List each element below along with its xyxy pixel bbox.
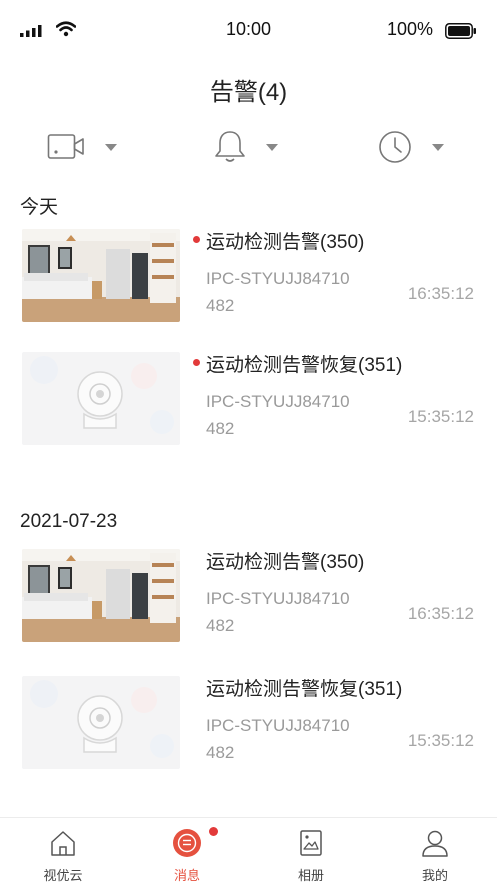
alert-thumbnail <box>22 229 180 322</box>
alert-time: 15:35:12 <box>407 731 474 750</box>
section-date: 2021-07-23 <box>20 511 118 532</box>
page-title: 告警(4) <box>209 79 288 106</box>
alert-thumbnail-placeholder <box>22 352 180 445</box>
home-icon <box>51 831 75 856</box>
alert-title: 运动检测告警(350) <box>206 232 365 253</box>
device-id-suffix: 482 <box>206 743 235 762</box>
device-id: IPC-STYUJJ84710 <box>206 716 350 735</box>
alert-list-item[interactable]: 运动检测告警恢复(351) IPC-STYUJJ84710 482 15:35:… <box>0 676 497 772</box>
chevron-down-icon <box>105 143 117 151</box>
tab-messages[interactable]: 消息 <box>125 818 249 883</box>
alert-title: 运动检测告警恢复(351) <box>206 355 403 376</box>
tab-label: 相册 <box>297 868 324 883</box>
device-id-suffix: 482 <box>206 419 235 438</box>
device-id-suffix: 482 <box>206 616 235 635</box>
tab-label: 我的 <box>421 868 448 883</box>
chevron-down-icon <box>266 143 278 151</box>
bell-icon <box>215 131 245 162</box>
unread-dot <box>193 359 200 366</box>
tab-album[interactable]: 相册 <box>249 818 373 883</box>
camera-icon <box>47 134 84 159</box>
battery-icon <box>445 23 476 39</box>
time-filter[interactable] <box>378 125 444 169</box>
album-icon <box>300 830 322 856</box>
tab-home[interactable]: 视优云 <box>1 818 125 883</box>
tab-label: 消息 <box>173 868 200 883</box>
bottom-tab-bar: 视优云 消息 相册 我的 <box>0 817 497 883</box>
alert-title: 运动检测告警恢复(351) <box>206 679 403 700</box>
chevron-down-icon <box>432 143 444 151</box>
alert-time: 16:35:12 <box>407 604 474 623</box>
device-id: IPC-STYUJJ84710 <box>206 269 350 288</box>
message-icon <box>173 829 201 857</box>
battery-percent: 100% <box>386 19 433 39</box>
filter-bar <box>0 125 497 169</box>
camera-filter[interactable] <box>47 125 117 169</box>
alert-list-item[interactable]: 运动检测告警(350) IPC-STYUJJ84710 482 16:35:12 <box>0 229 497 325</box>
section-date: 今天 <box>20 197 59 218</box>
alert-list-item[interactable]: 运动检测告警恢复(351) IPC-STYUJJ84710 482 15:35:… <box>0 352 497 448</box>
tab-profile[interactable]: 我的 <box>373 818 497 883</box>
alert-time: 16:35:12 <box>407 284 474 303</box>
alarm-type-filter[interactable] <box>214 125 278 169</box>
alert-list-item[interactable]: 运动检测告警(350) IPC-STYUJJ84710 482 16:35:12 <box>0 549 497 645</box>
user-icon <box>422 830 448 857</box>
tab-label: 视优云 <box>43 868 83 883</box>
unread-dot <box>193 236 200 243</box>
notification-badge <box>209 827 218 836</box>
status-bar: 10:00 100% <box>0 0 497 60</box>
device-id-suffix: 482 <box>206 296 235 315</box>
alert-thumbnail <box>22 549 180 642</box>
alert-time: 15:35:12 <box>407 407 474 426</box>
device-id: IPC-STYUJJ84710 <box>206 392 350 411</box>
alert-thumbnail-placeholder <box>22 676 180 769</box>
alert-title: 运动检测告警(350) <box>206 552 365 573</box>
clock-icon <box>379 131 411 163</box>
device-id: IPC-STYUJJ84710 <box>206 589 350 608</box>
